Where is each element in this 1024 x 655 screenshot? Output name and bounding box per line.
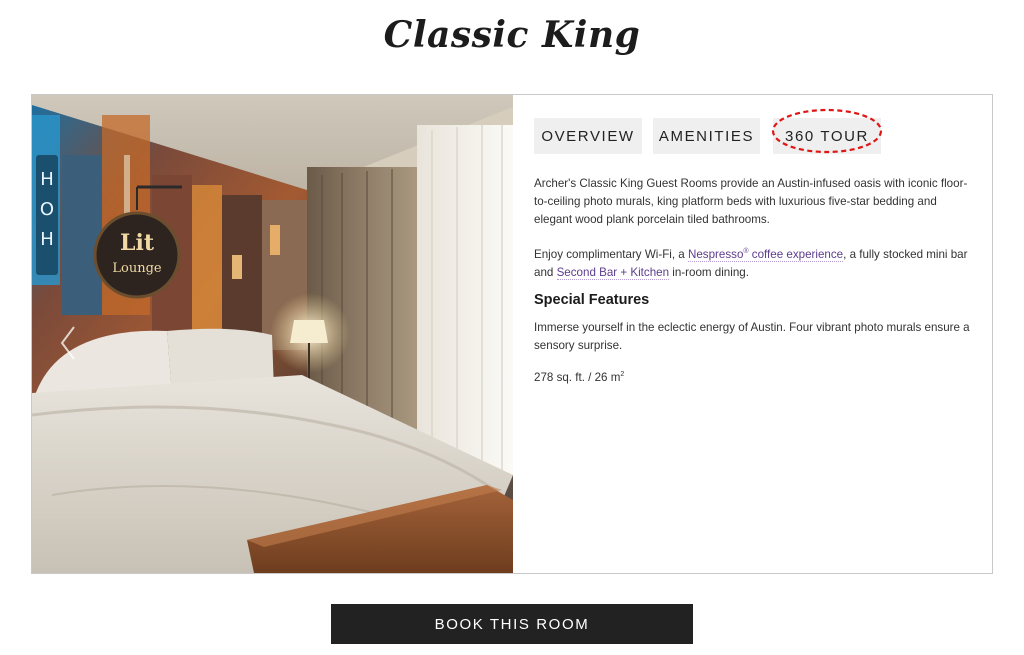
room-details: OVERVIEW AMENITIES 360 TOUR Archer's Cla…: [534, 95, 974, 573]
room-card: H O H Lit Lounge OVERVIEW AMENITIES 360 …: [31, 94, 993, 574]
second-bar-kitchen-link[interactable]: Second Bar + Kitchen: [556, 265, 670, 280]
book-room-button[interactable]: BOOK THIS ROOM: [331, 604, 693, 644]
room-photo: H O H Lit Lounge: [32, 95, 513, 573]
neon-sign: H O H: [36, 155, 58, 275]
amenities-paragraph: Enjoy complimentary Wi-Fi, a Nespresso® …: [534, 243, 974, 282]
special-features-text: Immerse yourself in the eclectic energy …: [534, 321, 970, 352]
neon-letter-2: O: [40, 199, 54, 220]
sign-text-lit: Lit: [120, 230, 155, 256]
tab-overview[interactable]: OVERVIEW: [534, 118, 642, 154]
neon-letter-1: H: [40, 169, 54, 190]
nespresso-link-rest: coffee experience: [748, 247, 844, 261]
room-size-value: 278 sq. ft. / 26 m: [534, 371, 621, 384]
lit-lounge-sign: Lit Lounge: [93, 211, 181, 299]
sign-text-lounge: Lounge: [112, 261, 162, 276]
tab-amenities[interactable]: AMENITIES: [653, 118, 760, 154]
overview-paragraph: Archer's Classic King Guest Rooms provid…: [534, 177, 968, 226]
room-size-superscript: 2: [620, 371, 625, 379]
nespresso-link-name: Nespresso: [687, 247, 744, 261]
neon-letter-3: H: [40, 229, 54, 250]
page-title: Classic King: [383, 14, 641, 56]
special-features-heading: Special Features: [534, 292, 650, 308]
tab-360-tour[interactable]: 360 TOUR: [773, 118, 881, 154]
nespresso-link[interactable]: Nespresso® coffee experience: [687, 247, 844, 262]
amenities-text-start: Enjoy complimentary Wi-Fi, a: [534, 247, 688, 261]
room-size: 278 sq. ft. / 26 m2: [534, 371, 624, 384]
amenities-text-end: in-room dining.: [669, 265, 749, 279]
